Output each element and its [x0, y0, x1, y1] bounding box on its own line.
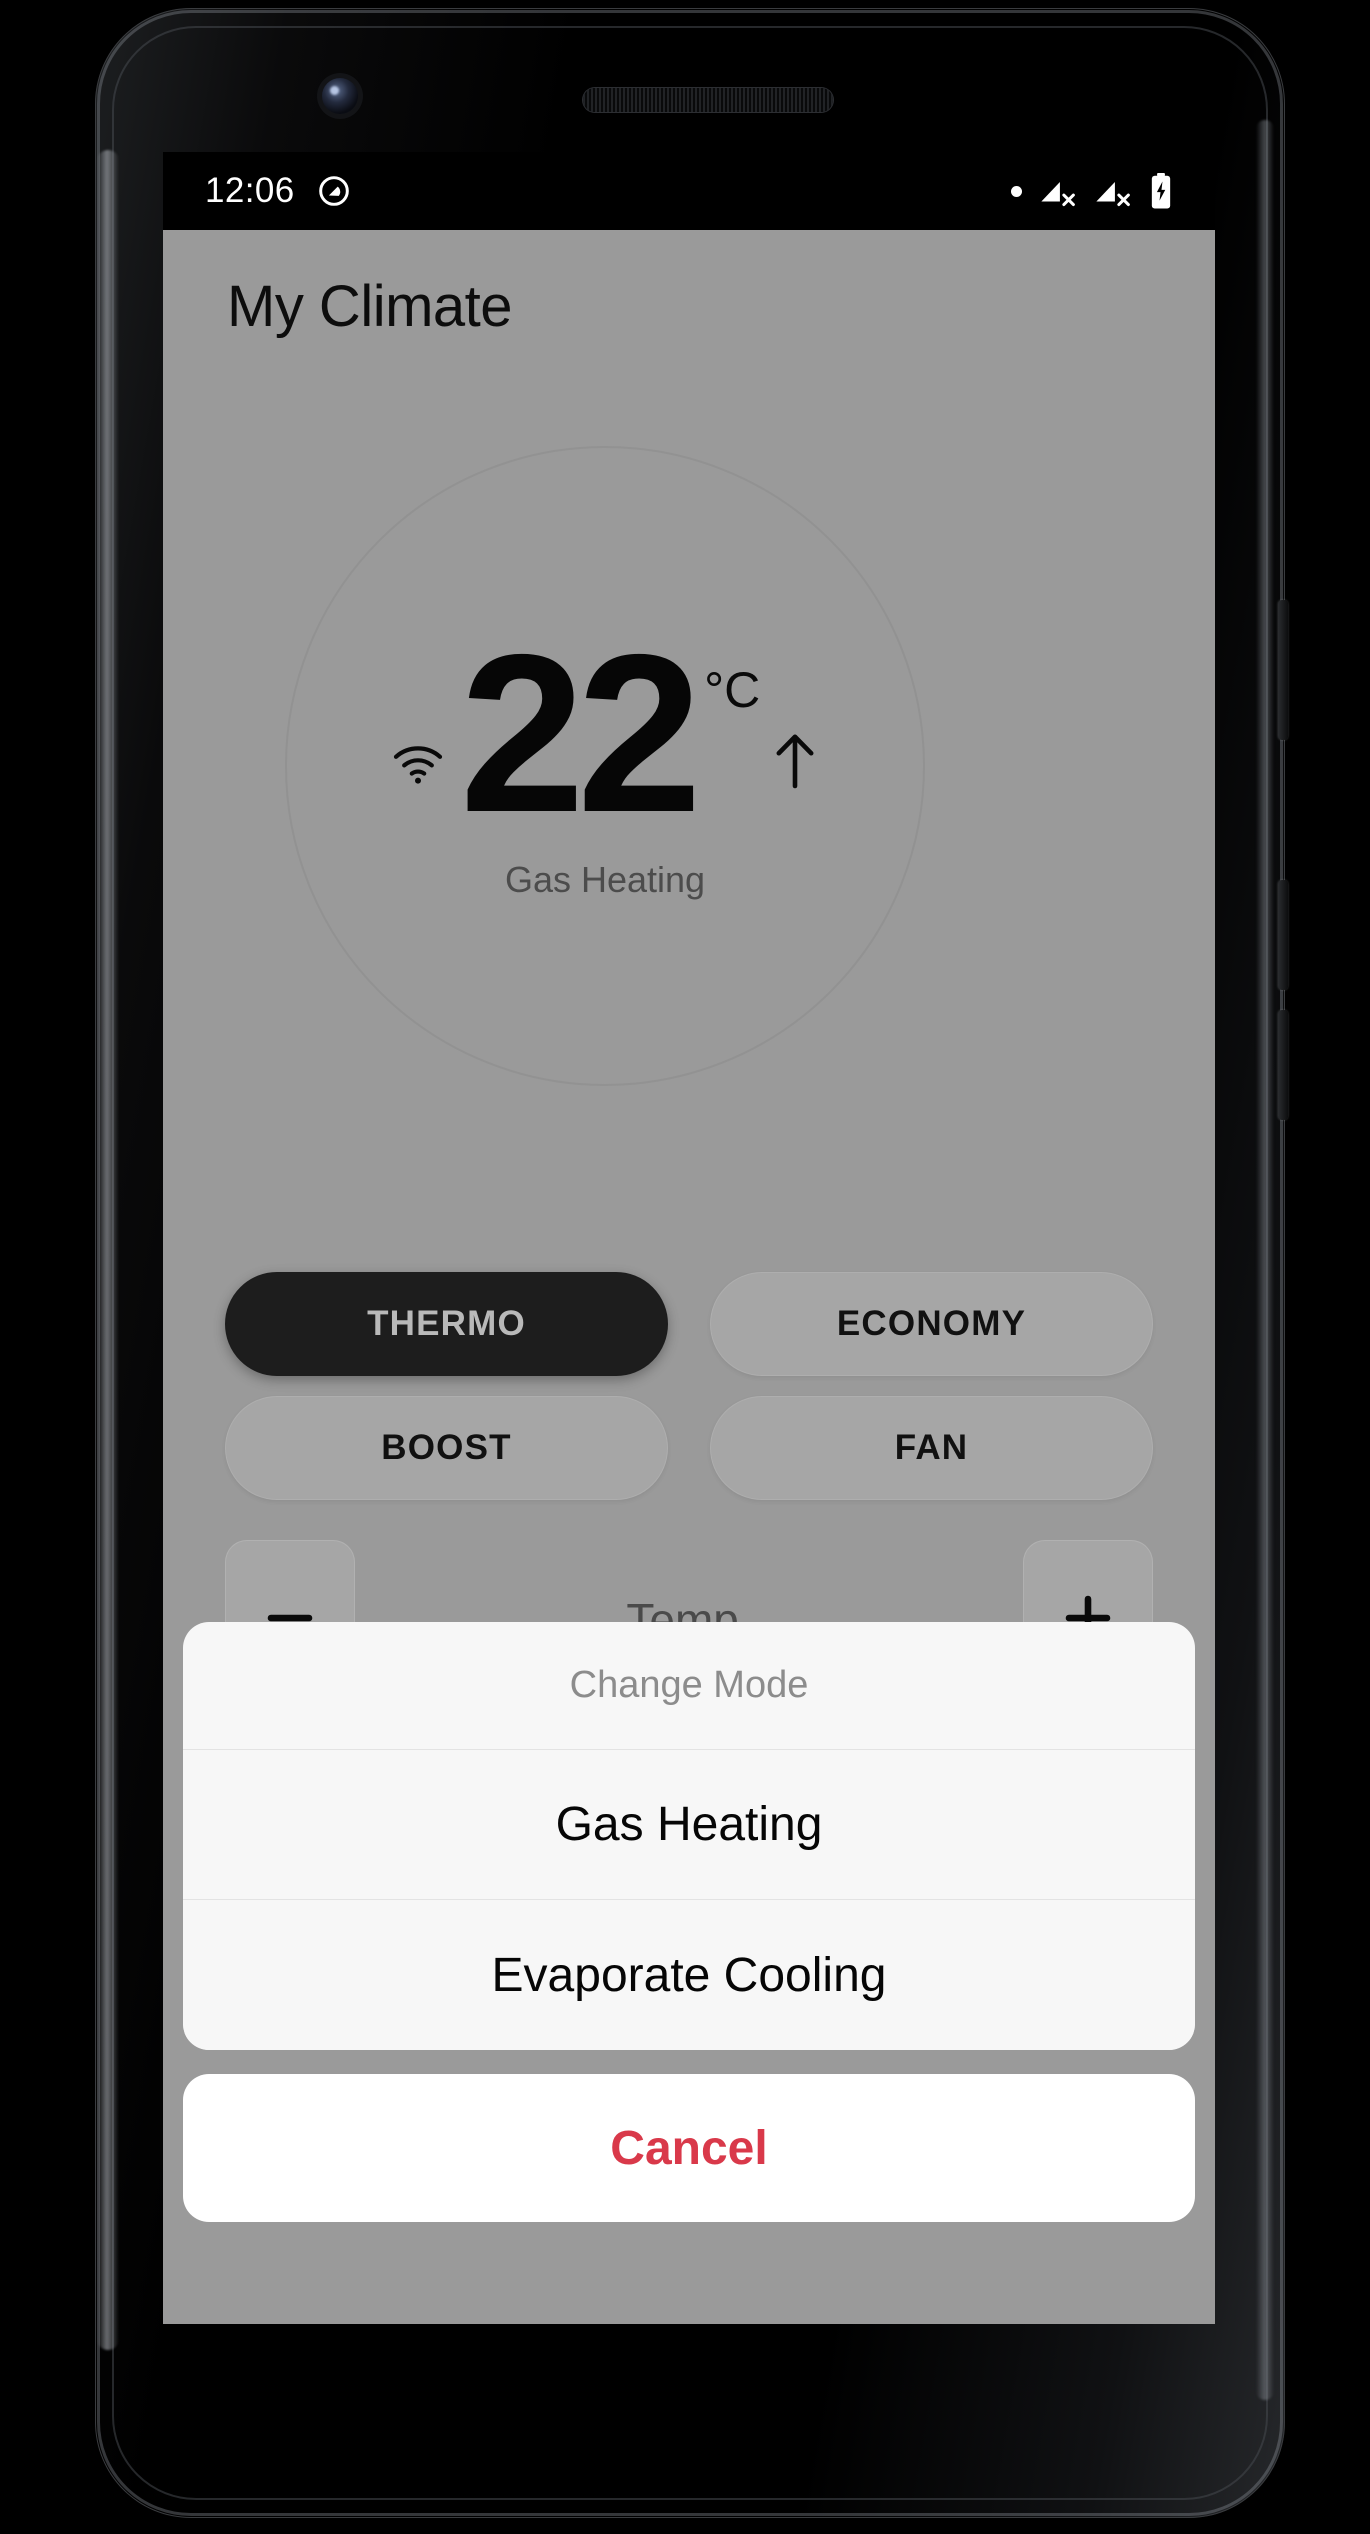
- change-mode-action-sheet: Change Mode Gas Heating Evaporate Coolin…: [183, 1622, 1195, 2222]
- temperature-row: 22 °C: [392, 607, 818, 860]
- arrow-up-icon: [772, 732, 818, 795]
- cancel-button-label: Cancel: [610, 2121, 768, 2175]
- status-bar: 12:06: [163, 152, 1215, 230]
- action-sheet-title: Change Mode: [183, 1622, 1195, 1750]
- app-surface: My Climate 22 °C Gas Heating THERMO ECON…: [163, 230, 1215, 2324]
- action-sheet-option-evaporate-cooling-label: Evaporate Cooling: [491, 1948, 887, 2002]
- battery-charging-icon: [1151, 173, 1171, 209]
- power-button[interactable]: [1278, 600, 1288, 740]
- android-q-icon: [317, 174, 351, 208]
- temperature-value: 22: [459, 607, 702, 860]
- action-sheet-option-evaporate-cooling[interactable]: Evaporate Cooling: [183, 1900, 1195, 2050]
- notification-dot-icon: [1011, 185, 1022, 197]
- temperature-unit: °C: [704, 662, 761, 719]
- mode-button-fan[interactable]: FAN: [710, 1396, 1153, 1500]
- wifi-icon: [392, 742, 444, 789]
- temperature-readout[interactable]: 22 °C Gas Heating: [285, 446, 925, 1086]
- volume-up-button[interactable]: [1278, 880, 1288, 990]
- mode-button-economy[interactable]: ECONOMY: [710, 1272, 1153, 1376]
- frame-specular-right: [1256, 120, 1274, 2400]
- action-sheet-option-gas-heating-label: Gas Heating: [555, 1798, 823, 1851]
- mode-button-fan-label: FAN: [894, 1428, 969, 1467]
- earpiece-speaker-icon: [583, 88, 833, 112]
- action-sheet-options-group: Change Mode Gas Heating Evaporate Coolin…: [183, 1622, 1195, 2050]
- mode-button-thermo-label: THERMO: [367, 1304, 526, 1343]
- mode-button-grid: THERMO ECONOMY BOOST FAN: [225, 1272, 1153, 1500]
- status-bar-icons: [1011, 173, 1173, 209]
- mode-button-boost[interactable]: BOOST: [225, 1396, 668, 1500]
- current-mode-label: Gas Heating: [504, 858, 706, 900]
- mode-button-economy-label: ECONOMY: [836, 1304, 1027, 1343]
- phone-screen: 12:06 My Climate 22 °C Gas Heating THERM…: [163, 152, 1215, 2324]
- cancel-button[interactable]: Cancel: [183, 2074, 1195, 2222]
- front-camera-glint: [330, 86, 339, 95]
- volume-down-button[interactable]: [1278, 1010, 1288, 1120]
- page-title: My Climate: [227, 274, 513, 339]
- cellular-no-signal-icon-2: [1096, 181, 1130, 207]
- action-sheet-option-gas-heating[interactable]: Gas Heating: [183, 1750, 1195, 1900]
- mode-button-thermo[interactable]: THERMO: [225, 1272, 668, 1376]
- cellular-no-signal-icon-1: [1041, 181, 1075, 207]
- status-bar-clock: 12:06: [205, 171, 295, 210]
- frame-specular-left: [97, 150, 119, 2350]
- front-camera-icon: [322, 78, 358, 114]
- mode-button-boost-label: BOOST: [381, 1428, 512, 1467]
